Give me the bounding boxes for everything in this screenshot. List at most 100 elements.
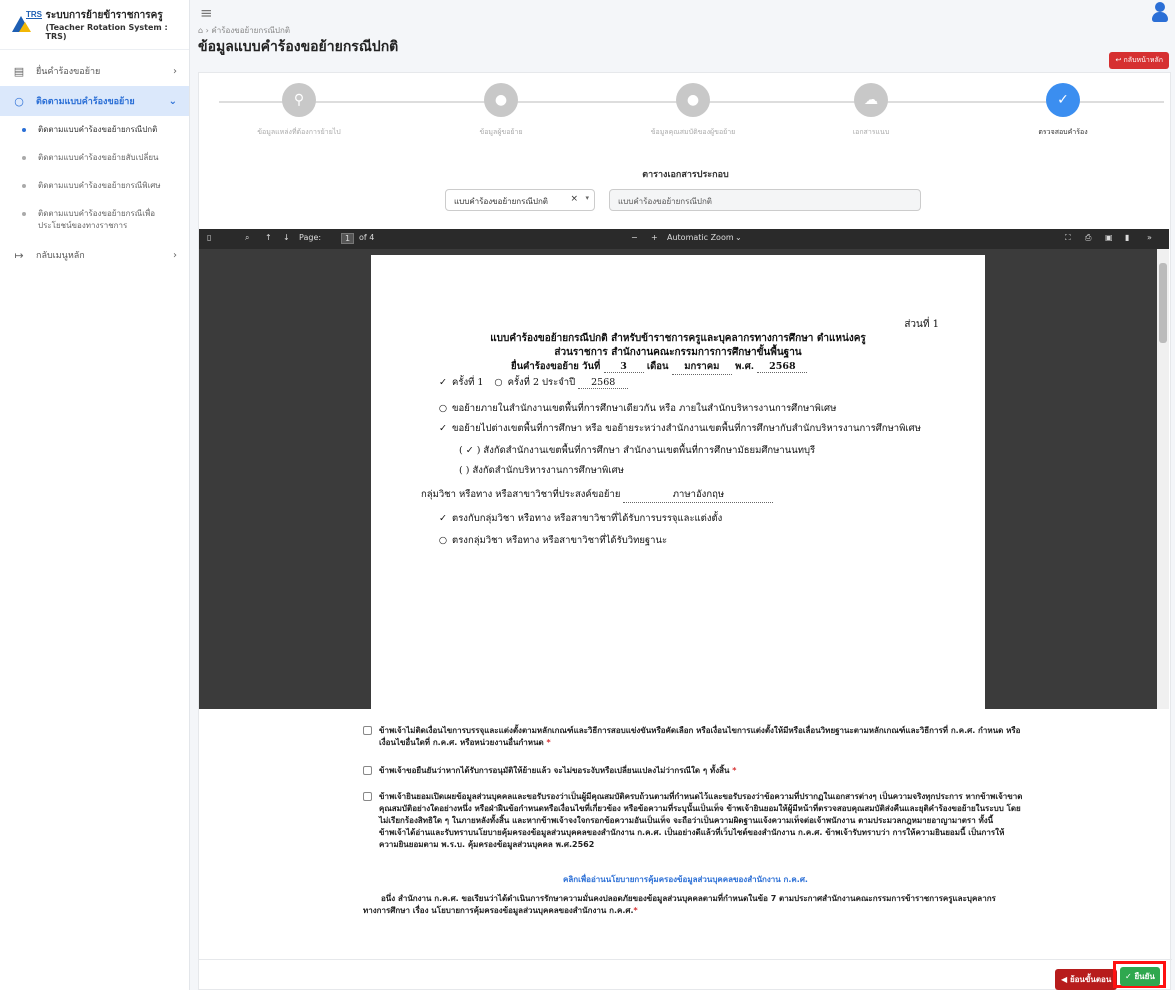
sidebar-subitem-swap[interactable]: ติดตามแบบคำร้องขอย้ายสับเปลี่ยน [0,144,189,172]
subject-line: กลุ่มวิชา หรือทาง หรือสาขาวิชาที่ประสงค์… [421,487,774,503]
part-label: ส่วนที่ 1 [904,319,939,330]
save-icon[interactable]: ▣ [1105,233,1113,242]
sidebar-subitem-label: ติดตามแบบคำร้องขอย้ายกรณีปกติ [38,125,158,134]
document-name-field[interactable]: แบบคำร้องขอย้ายกรณีปกติ [609,189,921,211]
consent-checkbox-2[interactable] [363,766,372,775]
chevron-right-icon: › [173,249,177,261]
main-card: ⚲ ข้อมูลแหล่งที่ต้องการย้ายไป ● ข้อมูลผู… [198,72,1172,990]
sidebar-subitem-label: ติดตามแบบคำร้องขอย้ายกรณีพิเศษ [38,181,161,190]
circle-icon: ○ [494,377,503,388]
print-icon[interactable]: ⎙ [1085,233,1091,243]
form-subheading: ส่วนราชการ สำนักงานคณะกรรมการการศึกษาขั้… [554,347,802,358]
page-title: ข้อมูลแบบคำร้องขอย้ายกรณีปกติ [198,39,399,55]
checked-circle-icon: ✓ [439,423,447,434]
arrow-down-icon[interactable]: ↓ [283,233,290,242]
page-total: of 4 [359,233,375,242]
consent-checkbox-3[interactable] [363,792,372,801]
consent-item-1: ข้าพเจ้าไม่ติดเงื่อนไขการบรรจุและแต่งตั้… [363,725,1023,749]
document-select-value: แบบคำร้องขอย้ายกรณีปกติ [454,197,548,206]
pdf-page: ส่วนที่ 1 แบบคำร้องขอย้ายกรณีปกติ สำหรับ… [371,255,985,709]
step-destination[interactable]: ⚲ ข้อมูลแหล่งที่ต้องการย้ายไป [219,83,379,138]
step-label: ข้อมูลแหล่งที่ต้องการย้ายไป [257,128,341,136]
bullet-icon [22,156,26,160]
sidebar-subitem-official-benefit[interactable]: ติดตามแบบคำร้องขอย้ายกรณีเพื่อประโยชน์ขอ… [0,200,189,240]
footer-divider [199,959,1172,960]
home-icon[interactable]: ⌂ [198,26,203,35]
step-label: ข้อมูลผู้ขอย้าย [479,128,523,136]
sidebar-item-track-request[interactable]: ○ ติดตามแบบคำร้องขอย้าย ⌄ [0,86,189,116]
users-icon: ● [676,83,710,117]
sidebar-item-main-menu[interactable]: ↦ กลับเมนูหลัก › [0,240,189,270]
zoom-out-icon[interactable]: − [631,233,638,242]
consent-item-3: ข้าพเจ้ายินยอมเปิดเผยข้อมูลส่วนบุคคลและข… [363,791,1023,851]
policy-note: อนึ่ง สำนักงาน ก.ค.ศ. ขอเรียนว่าได้ดำเนิ… [363,894,996,915]
bullet-icon [22,212,26,216]
zoom-in-icon[interactable]: + [651,233,658,242]
sidebar-subitem-label: ติดตามแบบคำร้องขอย้ายกรณีเพื่อประโยชน์ขอ… [38,209,156,230]
arrow-up-icon[interactable]: ↑ [265,233,272,242]
chevron-down-icon[interactable]: ▾ [585,194,589,202]
bullet-icon [22,184,26,188]
logout-icon: ↦ [14,248,24,262]
pdf-toolbar: ▯ ⌕ ↑ ↓ Page: 1 of 4 − + Automatic Zoom … [199,229,1169,249]
option-subline: ( ✓ ) สังกัดสำนักงานเขตพื้นที่การศึกษา ส… [459,445,816,456]
consent-checkbox-1[interactable] [363,726,372,735]
brand[interactable]: TRS ระบบการย้ายข้าราชการครู (Teacher Rot… [0,0,189,50]
step-label: ตรวจสอบคำร้อง [1038,128,1088,136]
stepper: ⚲ ข้อมูลแหล่งที่ต้องการย้ายไป ● ข้อมูลผู… [199,73,1172,163]
brand-title: ระบบการย้ายข้าราชการครู [45,10,163,21]
bookmark-icon[interactable]: ▮ [1125,233,1129,242]
chevron-down-icon[interactable]: ⌄ [735,233,742,242]
back-to-home-button[interactable]: ↩ กลับหน้าหลัก [1109,52,1169,69]
match-line: ✓ ตรงกับกลุ่มวิชา หรือทาง หรือสาขาวิชาที… [437,511,722,526]
search-icon[interactable]: ⌕ [245,233,249,243]
confirm-button[interactable]: ✓ ยืนยัน [1120,967,1160,986]
circle-icon: ○ [438,403,448,414]
check-icon: ✓ [1046,83,1080,117]
option-subline: ( ) สังกัดสำนักบริหารงานการศึกษาพิเศษ [459,465,624,476]
file-icon: ▤ [13,64,25,78]
clear-icon[interactable]: × [570,194,578,204]
bullet-icon [22,128,26,132]
step-attachments[interactable]: ☁ เอกสารแนบ [791,83,951,138]
hamburger-menu-icon[interactable]: ≡ [200,4,213,22]
pdf-scrollbar[interactable] [1157,249,1169,709]
presentation-icon[interactable]: ⛶ [1065,233,1071,243]
option-line: ○ ขอย้ายภายในสำนักงานเขตพื้นที่การศึกษาเ… [438,403,837,414]
checked-circle-icon: ✓ [439,513,447,524]
sidebar-subitem-special[interactable]: ติดตามแบบคำร้องขอย้ายกรณีพิเศษ [0,172,189,200]
sidebar-item-submit-request[interactable]: ▤ ยื่นคำร้องขอย้าย › [0,56,189,86]
brand-subtitle: (Teacher Rotation System : TRS) [45,23,168,41]
step-review[interactable]: ✓ ตรวจสอบคำร้อง [983,83,1143,138]
step-qualifications[interactable]: ● ข้อมูลคุณสมบัติของผู้ขอย้าย [613,83,773,138]
user-avatar-icon[interactable] [1151,2,1169,22]
sidebar-subitem-normal[interactable]: ติดตามแบบคำร้องขอย้ายกรณีปกติ [0,116,189,144]
chevron-right-icon: › [173,65,177,77]
chevron-down-icon: ⌄ [168,95,177,107]
topbar: ≡ ⌂ › คำร้องขอย้ายกรณีปกติ ข้อมูลแบบคำร้… [190,0,1175,69]
map-pin-icon: ⚲ [282,83,316,117]
pdf-viewer[interactable]: ▯ ⌕ ↑ ↓ Page: 1 of 4 − + Automatic Zoom … [199,229,1169,709]
breadcrumb-item[interactable]: คำร้องขอย้ายกรณีปกติ [211,26,290,35]
previous-step-button[interactable]: ◀ ย้อนขั้นตอน [1055,969,1118,990]
sidebar-item-label: ยื่นคำร้องขอย้าย [36,67,101,77]
page-number-input[interactable]: 1 [341,233,355,244]
more-tools-icon[interactable]: » [1147,233,1152,242]
privacy-policy-link[interactable]: คลิกเพื่ออ่านนโยบายการคุ้มครองข้อมูลส่วน… [199,873,1172,886]
documents-title: ตารางเอกสารประกอบ [642,170,729,180]
sidebar-subitem-label: ติดตามแบบคำร้องขอย้ายสับเปลี่ยน [38,153,159,162]
sidebar-nav: ▤ ยื่นคำร้องขอย้าย › ○ ติดตามแบบคำร้องขอ… [0,50,189,270]
step-applicant[interactable]: ● ข้อมูลผู้ขอย้าย [421,83,581,138]
round-line: ✓ ครั้งที่ 1 ○ ครั้งที่ 2 ประจำปี 2568 [437,375,629,390]
option-line: ✓ ขอย้ายไปต่างเขตพื้นที่การศึกษา หรือ ขอ… [437,421,921,436]
search-icon: ○ [14,94,24,108]
document-select[interactable]: แบบคำร้องขอย้ายกรณีปกติ × ▾ [445,189,595,211]
user-icon: ● [484,83,518,117]
date-line: ยื่นคำร้องขอย้าย วันที่ 3 เดือน มกราคม พ… [511,359,808,375]
step-label: เอกสารแนบ [852,128,890,136]
page-label: Page: [299,233,322,242]
step-label: ข้อมูลคุณสมบัติของผู้ขอย้าย [650,128,736,136]
zoom-select[interactable]: Automatic Zoom [667,233,734,242]
sidebar-item-label: ติดตามแบบคำร้องขอย้าย [36,97,135,107]
sidebar-toggle-icon[interactable]: ▯ [207,233,211,242]
